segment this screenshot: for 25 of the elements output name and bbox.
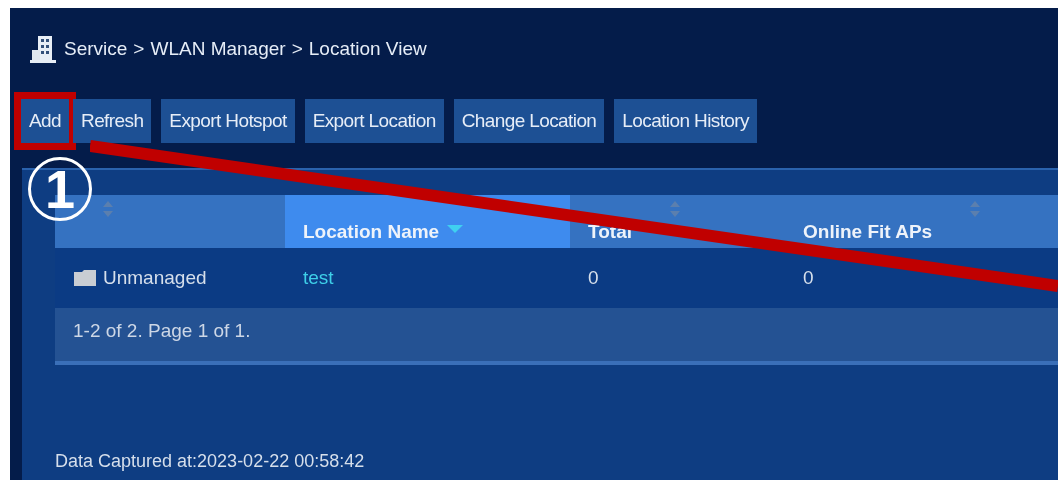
- location-link[interactable]: test: [303, 267, 334, 289]
- table-cell: 0: [803, 267, 814, 289]
- toolbar-button[interactable]: Refresh: [73, 99, 152, 143]
- sort-icon: [670, 201, 680, 217]
- sort-icon: [103, 201, 113, 217]
- toolbar-button[interactable]: Export Location: [304, 99, 444, 143]
- folder-icon: [73, 269, 97, 287]
- building-icon: [30, 34, 58, 64]
- capture-time: Data Captured at:2023-02-22 00:58:42: [55, 451, 365, 472]
- callout-number: 1: [28, 157, 92, 221]
- breadcrumb-item[interactable]: Location View: [308, 38, 427, 60]
- sort-descending-icon: [447, 225, 464, 233]
- breadcrumb-separator: >: [291, 38, 303, 60]
- toolbar-button[interactable]: Location History: [614, 99, 757, 143]
- table-cell: Unmanaged: [103, 267, 207, 289]
- table-cell: 0: [588, 267, 599, 289]
- toolbar-button[interactable]: Change Location: [453, 99, 605, 143]
- breadcrumb-separator: >: [133, 38, 145, 60]
- toolbar-button[interactable]: Add: [21, 99, 69, 143]
- breadcrumb-item[interactable]: WLAN Manager: [150, 38, 286, 60]
- breadcrumb-item[interactable]: Service: [64, 38, 128, 60]
- sort-icon: [970, 201, 981, 217]
- pagination-text: 1-2 of 2. Page 1 of 1.: [73, 320, 251, 341]
- column-header[interactable]: Online Fit APs: [785, 195, 1058, 248]
- toolbar-button[interactable]: Export Hotspot: [161, 99, 295, 143]
